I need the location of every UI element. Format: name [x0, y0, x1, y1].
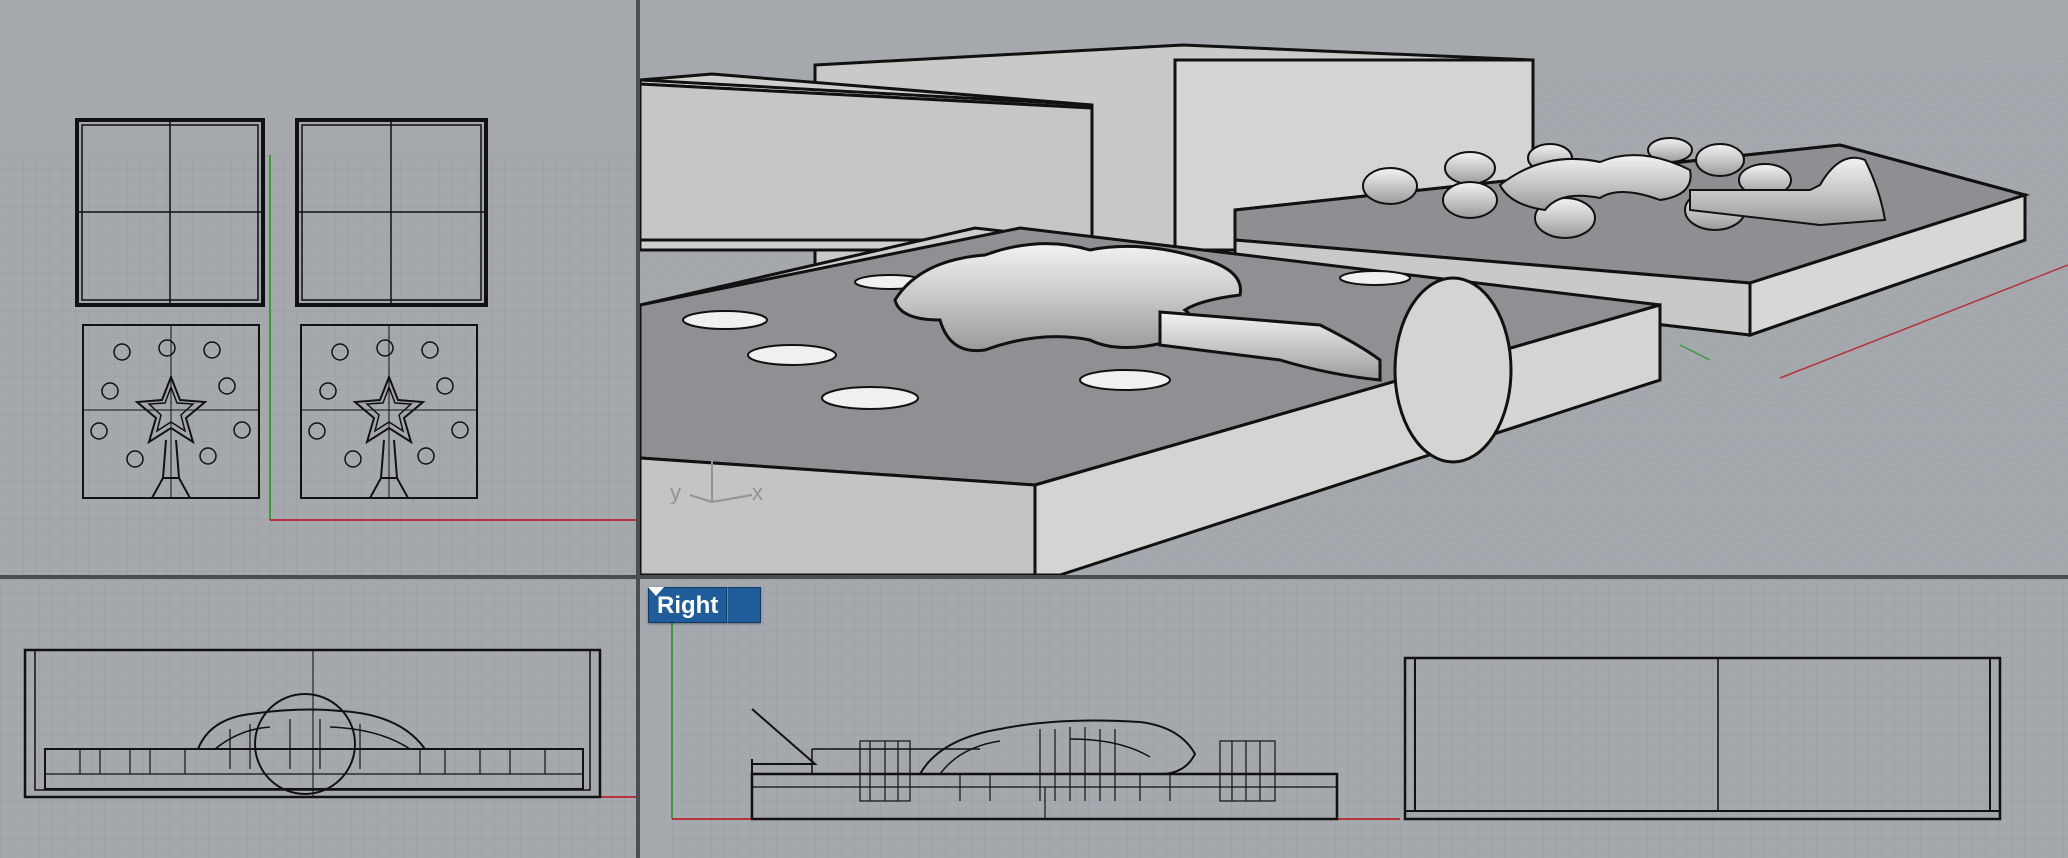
viewport-title-tab: Right [648, 587, 762, 623]
viewport-perspective[interactable]: z y x [640, 0, 2068, 575]
axis-label-x: x [752, 480, 763, 505]
chevron-down-icon [648, 587, 664, 596]
perspective-view-canvas [640, 43, 2068, 575]
viewport-menu-button[interactable] [648, 587, 762, 623]
viewport-top[interactable] [0, 0, 636, 575]
axis-label-y: y [670, 480, 681, 505]
viewport-front[interactable] [0, 579, 636, 858]
top-view-canvas [0, 118, 636, 575]
front-view-canvas [0, 579, 636, 858]
right-view-canvas [671, 579, 2068, 858]
viewport-right[interactable]: Right [640, 579, 2068, 858]
axis-label-z: z [715, 422, 726, 447]
